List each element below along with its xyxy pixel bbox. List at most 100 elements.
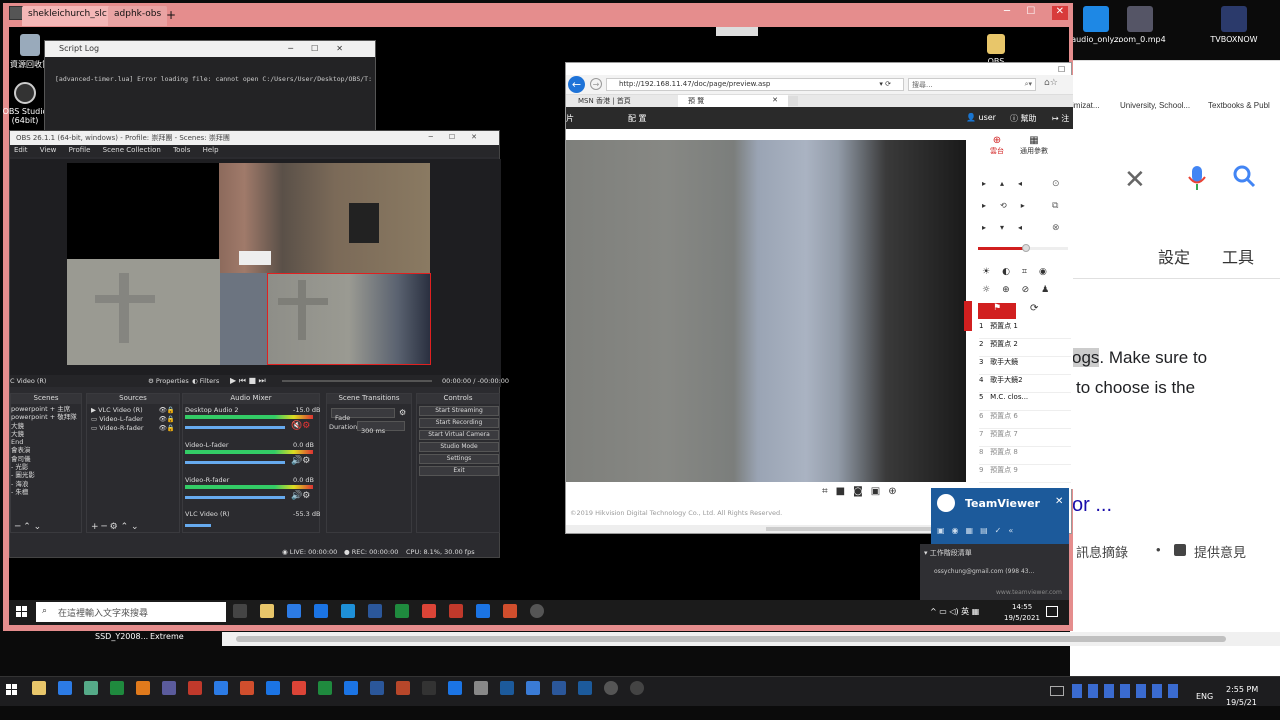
- duration-input[interactable]: 300 ms: [357, 421, 405, 435]
- ie-tab[interactable]: MSN 香港 | 首頁: [568, 96, 674, 107]
- preset-item[interactable]: 1 預置点 1: [979, 321, 1071, 339]
- word-icon[interactable]: [552, 681, 566, 695]
- settings-link[interactable]: 設定: [1158, 244, 1190, 268]
- menu-view[interactable]: View: [40, 146, 57, 154]
- scene-item[interactable]: 會表演: [11, 446, 81, 454]
- filters-button[interactable]: ◐ Filters: [192, 377, 219, 385]
- media-seek-bar[interactable]: [282, 380, 432, 382]
- preset-item[interactable]: 9 預置点 9: [979, 465, 1071, 483]
- tvboxnow-icon[interactable]: TVBOXNOW: [1204, 6, 1264, 44]
- nav-config[interactable]: 配 置: [628, 113, 647, 124]
- mail-icon[interactable]: [314, 604, 328, 618]
- scene-item[interactable]: - 圖光影: [11, 471, 81, 479]
- menu-edit[interactable]: Edit: [14, 146, 28, 154]
- scene-add-remove-buttons[interactable]: ─ ⌃ ⌄: [15, 522, 41, 532]
- bookmark-item[interactable]: Textbooks & Publ: [1208, 101, 1270, 110]
- notification-icon[interactable]: [1046, 606, 1058, 617]
- volume-slider[interactable]: [185, 496, 285, 499]
- search-icon[interactable]: [1232, 164, 1256, 188]
- obs-taskbar-icon[interactable]: [604, 681, 618, 695]
- app-icon[interactable]: [526, 681, 540, 695]
- start-streaming-button[interactable]: Start Streaming: [419, 406, 499, 416]
- ptz-direction-pad[interactable]: ▸▴◂ ▸⟲▸ ▸▾◂: [982, 173, 1042, 239]
- app-icon[interactable]: [396, 681, 410, 695]
- chrome-icon[interactable]: [422, 604, 436, 618]
- source-item[interactable]: ▶ VLC Video (R) 👁🔒: [91, 406, 175, 415]
- tray-icons[interactable]: ^ ▭ ◁) 英 ▦: [930, 606, 979, 617]
- scene-item[interactable]: powerpoint + 敬拜隊: [11, 413, 81, 421]
- preset-item[interactable]: 8 預置点 8: [979, 447, 1071, 465]
- preset-item[interactable]: 5 M.C. clos...: [979, 393, 1071, 411]
- source-item[interactable]: ▭ Video-L-fader 👁🔒: [91, 415, 175, 424]
- scrollbar-thumb[interactable]: [236, 636, 1226, 642]
- preset-item[interactable]: 4 歌手大鏡2: [979, 375, 1071, 393]
- start-virtual-camera-button[interactable]: Start Virtual Camera: [419, 430, 499, 440]
- home-icon[interactable]: ⌂☆: [1044, 78, 1058, 88]
- ptz-function-icons[interactable]: ☀◐⌗◉ ☼⊕⊘♟: [982, 263, 1070, 299]
- bookmark-item[interactable]: University, School...: [1120, 101, 1190, 110]
- nav-item[interactable]: 片: [566, 113, 574, 124]
- remote-search-box[interactable]: 在這裡輸入文字來搜尋: [36, 602, 226, 622]
- remote-start-icon[interactable]: [16, 606, 27, 617]
- ie-icon[interactable]: [341, 604, 355, 618]
- ptz-tab-general[interactable]: ▦ 通用參數: [1020, 135, 1048, 156]
- system-tray-icons[interactable]: [1072, 684, 1182, 698]
- result-link[interactable]: or ...: [1072, 494, 1112, 517]
- ptz-tab-active[interactable]: ⊕ 雲台: [990, 135, 1004, 156]
- back-icon[interactable]: ←: [568, 76, 585, 93]
- remote-clock-date[interactable]: 19/5/2021: [1004, 614, 1040, 622]
- tools-link[interactable]: 工具: [1222, 244, 1254, 268]
- volume-slider[interactable]: [185, 426, 285, 429]
- scene-item[interactable]: 會司儀: [11, 455, 81, 463]
- url-field[interactable]: http://192.168.11.47/doc/page/preview.as…: [606, 78, 904, 91]
- preset-item[interactable]: 6 預置点 6: [979, 411, 1071, 429]
- app-icon[interactable]: [449, 604, 463, 618]
- exit-button[interactable]: Exit: [419, 466, 499, 476]
- preset-item[interactable]: 3 歌手大鏡: [979, 357, 1071, 375]
- remote-toolbar-handle[interactable]: [716, 27, 758, 36]
- camera-live-view[interactable]: [566, 140, 966, 482]
- outlook-icon[interactable]: [344, 681, 358, 695]
- source-toolbar-buttons[interactable]: + ─ ⚙ ⌃ ⌄: [91, 522, 139, 532]
- app-icon[interactable]: [136, 681, 150, 695]
- remote-clock-time[interactable]: 14:55: [1012, 603, 1032, 611]
- teamviewer-toolbar[interactable]: ▣◉▦▤✓«: [937, 526, 1020, 535]
- maximize-icon[interactable]: ☐: [1026, 6, 1035, 20]
- transition-settings-icon[interactable]: ⚙: [399, 408, 406, 417]
- mute-icon[interactable]: 🔇⚙: [291, 421, 310, 431]
- teamviewer-close-icon[interactable]: ✕: [1055, 496, 1063, 507]
- ptz-speed-slider[interactable]: [978, 244, 1068, 252]
- language-indicator[interactable]: ENG: [1196, 692, 1213, 701]
- ie-tab-active[interactable]: 預 覽 ✕: [678, 95, 788, 107]
- session-tab[interactable]: shekleichurch_slc: [22, 6, 113, 26]
- ie-search-field[interactable]: 搜尋... ⌕▾: [908, 78, 1036, 91]
- transition-select[interactable]: Fade: [331, 408, 395, 422]
- new-tab-button[interactable]: +: [166, 8, 176, 22]
- ie-new-tab-button[interactable]: [788, 96, 798, 106]
- preset-tab-icon[interactable]: ⚑: [978, 303, 1016, 319]
- live-view-toolbar[interactable]: ⌗■◙▣⊕: [822, 486, 905, 497]
- menu-tools[interactable]: Tools: [173, 146, 190, 154]
- menu-help[interactable]: Help: [203, 146, 219, 154]
- obs-icon[interactable]: OBS Studio (64bit): [0, 82, 50, 125]
- video-file-icon[interactable]: zoom_0.mp4: [1110, 6, 1170, 44]
- source-item[interactable]: ▭ Video-R-fader 👁🔒: [91, 424, 175, 433]
- app-icon[interactable]: [84, 681, 98, 695]
- session-tab[interactable]: adphk-obs: [108, 6, 168, 26]
- volume-slider[interactable]: [185, 524, 211, 527]
- excel-icon[interactable]: [395, 604, 409, 618]
- speaker-icon[interactable]: 🔊⚙: [291, 456, 310, 466]
- speaker-icon[interactable]: 🔊⚙: [291, 491, 310, 501]
- app-icon[interactable]: [214, 681, 228, 695]
- app-icon[interactable]: [240, 681, 254, 695]
- menu-profile[interactable]: Profile: [69, 146, 91, 154]
- edge-icon[interactable]: [448, 681, 462, 695]
- properties-button[interactable]: ⚙ Properties: [148, 377, 189, 385]
- preset-item[interactable]: 7 預置点 7: [979, 429, 1071, 447]
- file-explorer-icon[interactable]: [32, 681, 46, 695]
- task-view-icon[interactable]: [233, 604, 247, 618]
- app-icon[interactable]: [162, 681, 176, 695]
- excel-icon[interactable]: [110, 681, 124, 695]
- edge-icon[interactable]: [266, 681, 280, 695]
- scene-item[interactable]: 大鏡: [11, 422, 81, 430]
